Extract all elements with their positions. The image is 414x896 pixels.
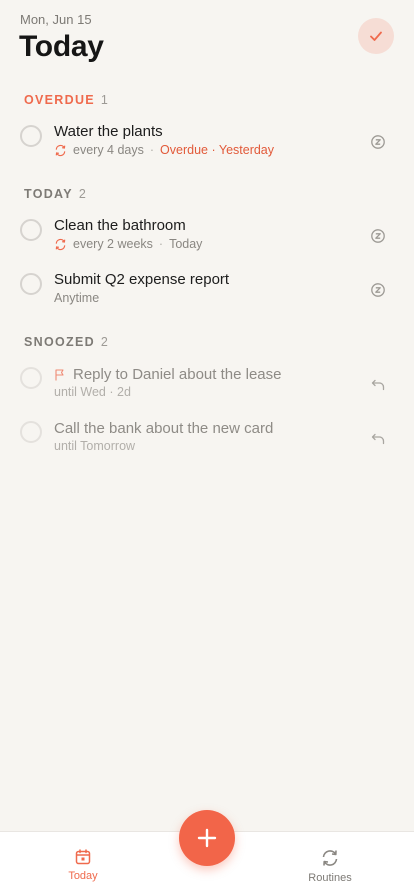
current-date: Mon, Jun 15 — [20, 12, 92, 27]
task-title: Submit Q2 expense report — [54, 271, 230, 288]
snooze-icon[interactable] — [370, 134, 386, 150]
calendar-icon — [75, 849, 91, 865]
task-title: Clean the bathroom — [54, 217, 186, 234]
repeat-icon — [322, 850, 338, 866]
snooze-icon[interactable] — [370, 282, 386, 298]
task-subtitle: until Wed · 2d — [54, 385, 131, 399]
task-title: Reply to Daniel about the lease — [73, 366, 282, 383]
task-checkbox[interactable] — [20, 219, 42, 241]
repeat-text: every 2 weeks — [73, 237, 153, 251]
task-subtitle: until Tomorrow — [54, 439, 135, 453]
flag-icon — [55, 368, 64, 380]
unsnooze-icon[interactable] — [370, 431, 386, 447]
section-header-today: TODAY 2 — [24, 187, 86, 201]
task-subtitle: Anytime — [54, 291, 99, 305]
tab-label: Routines — [308, 872, 352, 884]
task-row-clean-bathroom[interactable]: Clean the bathroom every 2 weeks · Today — [0, 212, 414, 260]
repeat-icon — [55, 144, 66, 156]
task-checkbox[interactable] — [20, 421, 42, 443]
task-title: Water the plants — [54, 123, 163, 140]
task-row-expense-report[interactable]: Submit Q2 expense report Anytime — [0, 266, 414, 314]
unsnooze-icon[interactable] — [370, 377, 386, 393]
check-icon — [370, 31, 382, 41]
task-checkbox[interactable] — [20, 273, 42, 295]
section-label: TODAY — [24, 187, 73, 201]
snooze-until-text: until Tomorrow — [54, 439, 136, 453]
task-title: Call the bank about the new card — [54, 420, 274, 437]
task-title-wrap: Reply to Daniel about the lease — [54, 366, 281, 383]
task-row-reply-daniel[interactable]: Reply to Daniel about the lease until We… — [0, 362, 414, 410]
repeat-icon — [55, 238, 66, 250]
section-count: 2 — [78, 187, 86, 201]
section-count: 1 — [100, 93, 108, 107]
tab-label: Today — [68, 870, 98, 882]
page-title: Today — [19, 30, 104, 63]
task-subtitle: every 2 weeks · Today — [54, 237, 202, 251]
section-header-overdue: OVERDUE 1 — [24, 93, 108, 107]
header: Mon, Jun 15 Today — [0, 0, 414, 80]
tab-today[interactable]: Today — [43, 848, 123, 882]
plus-icon — [197, 828, 217, 848]
due-text: Today — [169, 237, 203, 251]
section-label: SNOOZED — [24, 335, 95, 349]
section-label: OVERDUE — [24, 93, 95, 107]
task-checkbox[interactable] — [20, 125, 42, 147]
task-row-water-plants[interactable]: Water the plants every 4 days · Overdue … — [0, 118, 414, 166]
task-subtitle: every 4 days · Overdue · Yesterday — [54, 143, 274, 157]
section-count: 2 — [100, 335, 108, 349]
snooze-icon[interactable] — [370, 228, 386, 244]
tab-routines[interactable]: Routines — [290, 848, 370, 884]
add-task-button[interactable] — [179, 810, 235, 866]
complete-button[interactable] — [358, 18, 394, 54]
task-row-call-bank[interactable]: Call the bank about the new card until T… — [0, 416, 414, 464]
task-checkbox[interactable] — [20, 367, 42, 389]
section-header-snoozed: SNOOZED 2 — [24, 335, 108, 349]
separator-dot: · — [149, 143, 155, 157]
separator-dot: · — [158, 237, 164, 251]
snooze-until-text: until Wed · 2d — [54, 385, 131, 399]
repeat-text: every 4 days — [73, 143, 144, 157]
overdue-text: Overdue · Yesterday — [160, 143, 275, 157]
due-text: Anytime — [54, 291, 100, 305]
